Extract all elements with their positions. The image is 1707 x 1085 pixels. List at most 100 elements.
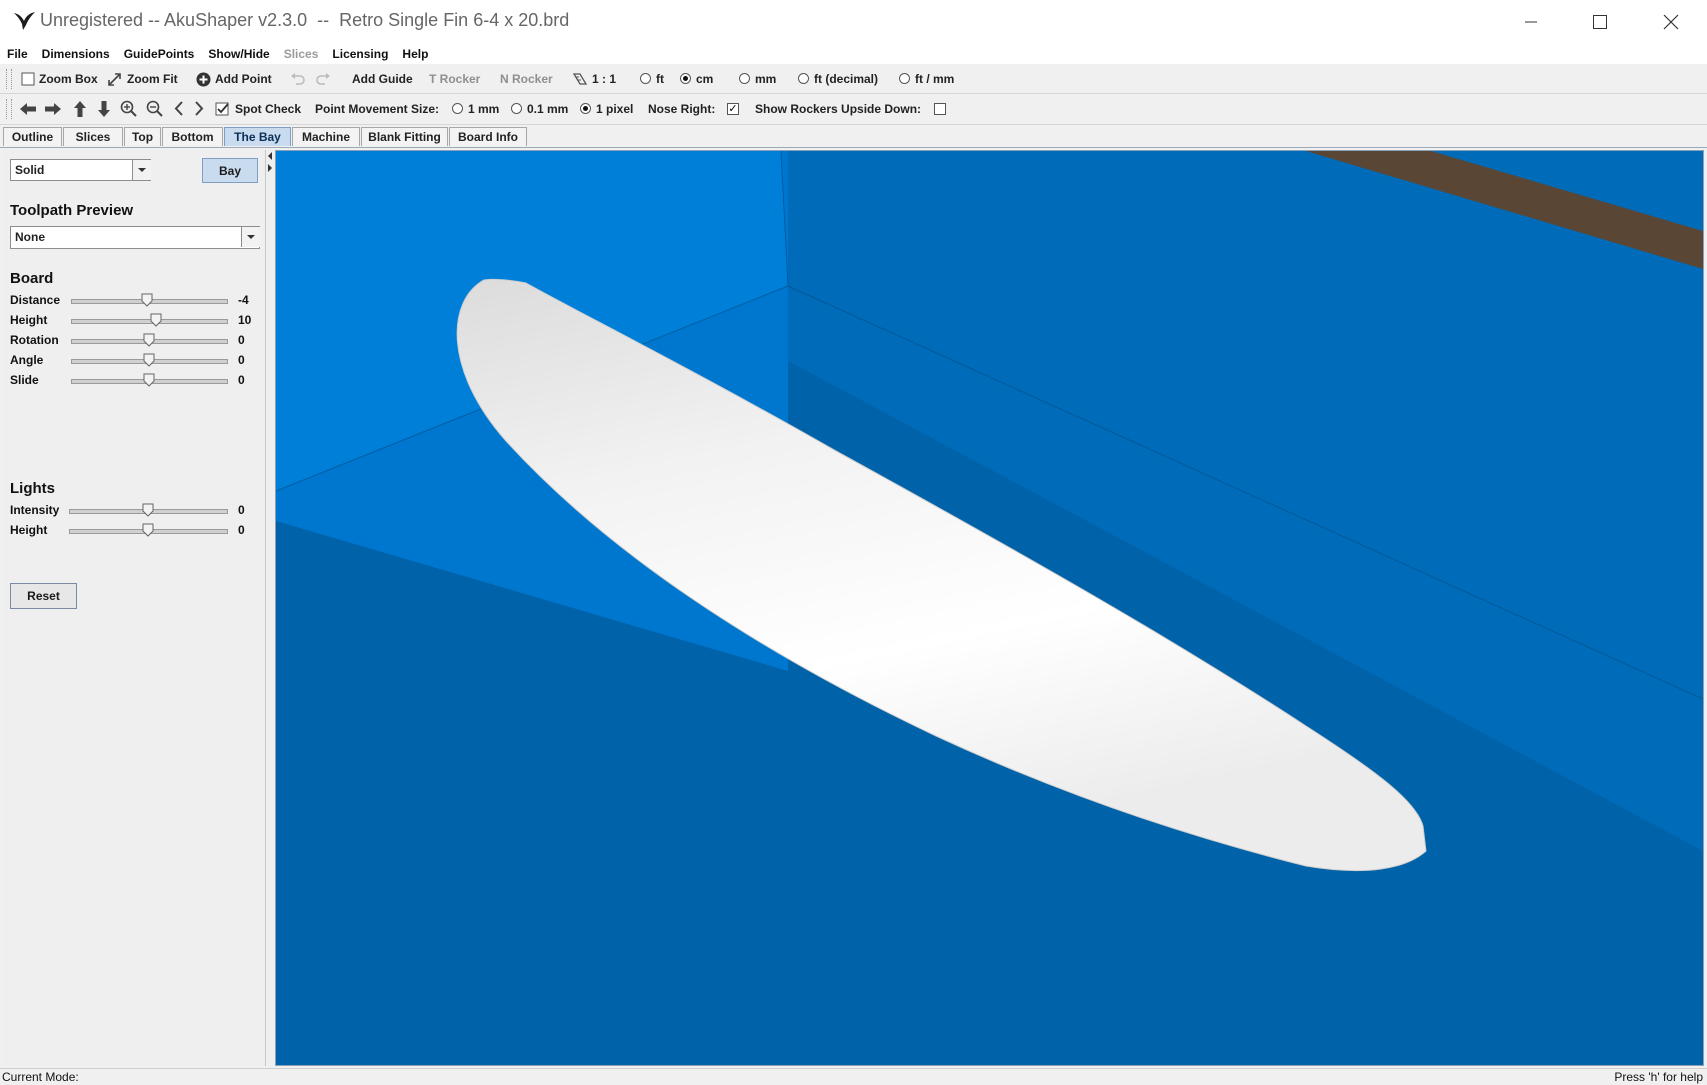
menu-help[interactable]: Help (395, 47, 435, 61)
board-rotation-slider-thumb[interactable] (143, 333, 155, 347)
board-distance-label: Distance (10, 293, 61, 307)
light-intensity-slider-thumb[interactable] (142, 503, 154, 517)
board-angle-slider-thumb[interactable] (143, 353, 155, 367)
t-rocker-button[interactable]: T Rocker (429, 72, 480, 86)
menu-file[interactable]: File (0, 47, 35, 61)
toolpath-preview-value: None (15, 230, 45, 244)
menu-slices[interactable]: Slices (277, 47, 326, 61)
menu-show-hide[interactable]: Show/Hide (201, 47, 276, 61)
spot-check-toggle[interactable]: Spot Check (235, 102, 301, 116)
add-guide-button[interactable]: Add Guide (352, 72, 413, 86)
chevron-down-icon (132, 160, 151, 180)
window-title: Unregistered -- AkuShaper v2.3.0 -- Retr… (40, 10, 570, 30)
board-angle-label: Angle (10, 353, 44, 367)
board-rotation-value: 0 (238, 333, 245, 347)
unit-radio-ft-decimal[interactable] (798, 73, 809, 84)
arrow-up-icon[interactable] (72, 100, 88, 118)
board-angle-value: 0 (238, 353, 245, 367)
movement-radio-0-1-mm[interactable] (511, 103, 522, 114)
toolpath-preview-title: Toolpath Preview (10, 202, 134, 219)
minimize-button[interactable] (1497, 0, 1565, 43)
zoom-fit-button[interactable]: Zoom Fit (127, 72, 178, 86)
board-rotation-label: Rotation (10, 333, 59, 347)
bay-control-panel: Solid Bay Toolpath Preview None Board Li… (3, 150, 266, 1066)
movement-label-0-1-mm: 0.1 mm (527, 102, 569, 116)
tab-blank-fitting[interactable]: Blank Fitting (361, 127, 448, 146)
zoom-out-icon[interactable] (146, 100, 163, 117)
scale-button[interactable]: 1 : 1 (592, 72, 616, 86)
board-height-slider-thumb[interactable] (150, 313, 162, 327)
ruler-scale-icon (572, 73, 588, 85)
panel-splitter[interactable] (266, 150, 274, 1066)
maximize-icon (1593, 14, 1607, 29)
tab-machine[interactable]: Machine (292, 127, 360, 146)
bay-button[interactable]: Bay (202, 158, 258, 183)
reset-button[interactable]: Reset (10, 583, 77, 609)
board-slide-value: 0 (238, 373, 245, 387)
arrow-right-icon[interactable] (44, 101, 62, 117)
menu-licensing[interactable]: Licensing (325, 47, 395, 61)
tab-bottom[interactable]: Bottom (162, 127, 223, 146)
menu-dimensions[interactable]: Dimensions (35, 47, 117, 61)
movement-radio-1-pixel[interactable] (580, 103, 591, 114)
menu-guidepoints[interactable]: GuidePoints (117, 47, 202, 61)
zoom-box-button[interactable]: Zoom Box (39, 72, 98, 86)
unit-label-cm: cm (696, 72, 714, 86)
movement-radio-1-mm[interactable] (452, 103, 463, 114)
minimize-icon (1525, 21, 1537, 22)
light-height-slider-thumb[interactable] (142, 523, 154, 537)
board-distance-value: -4 (238, 293, 249, 307)
spot-check-checkbox-icon[interactable] (215, 102, 230, 116)
tab-outline[interactable]: Outline (3, 127, 62, 146)
light-height-value: 0 (238, 523, 245, 537)
add-point-icon (196, 72, 211, 87)
render-mode-select[interactable]: Solid (10, 159, 151, 181)
help-hint: Press 'h' for help (1614, 1070, 1703, 1084)
zoom-fit-icon (108, 73, 121, 86)
tab-the-bay[interactable]: The Bay (224, 127, 291, 146)
zoom-in-icon[interactable] (120, 100, 137, 117)
n-rocker-button[interactable]: N Rocker (500, 72, 553, 86)
arrow-left-icon[interactable] (19, 101, 37, 117)
tab-slices[interactable]: Slices (63, 127, 123, 146)
add-point-button[interactable]: Add Point (215, 72, 272, 86)
bay-scene[interactable] (275, 150, 1704, 1065)
nose-right-checkbox[interactable]: ✓ (727, 103, 739, 115)
point-movement-label: Point Movement Size: (315, 102, 440, 116)
show-rockers-checkbox[interactable] (934, 103, 946, 115)
unit-radio-mm[interactable] (739, 73, 750, 84)
movement-label-1-pixel: 1 pixel (596, 102, 634, 116)
board-section-title: Board (10, 270, 54, 287)
menu-bar: File Dimensions GuidePoints Show/Hide Slices… (0, 43, 1707, 64)
light-intensity-value: 0 (238, 503, 245, 517)
board-slide-slider-thumb[interactable] (143, 373, 155, 387)
arrow-down-icon[interactable] (96, 100, 112, 118)
nose-right-label: Nose Right: (648, 102, 716, 116)
collapse-arrows-icon[interactable] (266, 150, 274, 180)
unit-radio-ft[interactable] (640, 73, 651, 84)
redo-icon[interactable] (315, 72, 331, 86)
unit-label-ft-mm: ft / mm (915, 72, 955, 86)
close-button[interactable] (1637, 0, 1705, 43)
toolpath-preview-select[interactable]: None (10, 226, 260, 249)
toolbar-grip[interactable] (6, 69, 12, 89)
main-toolbar: Zoom Box Zoom Fit Add Point Add Guide T … (0, 65, 1707, 94)
unit-radio-cm[interactable] (680, 73, 691, 84)
close-icon (1663, 14, 1679, 29)
lights-section-title: Lights (10, 480, 55, 497)
chevron-left-icon[interactable] (173, 100, 185, 117)
unit-radio-ft-mm[interactable] (899, 73, 910, 84)
show-rockers-label: Show Rockers Upside Down: (755, 102, 922, 116)
light-height-label: Height (10, 523, 48, 537)
view-tabs: Outline Slices Top Bottom The Bay Machine Blan… (0, 125, 1707, 148)
navigation-toolbar: Spot Check Point Movement Size: Nose Rig… (0, 94, 1707, 125)
board-height-label: Height (10, 313, 48, 327)
maximize-button[interactable] (1566, 0, 1634, 43)
tab-board-info[interactable]: Board Info (449, 127, 527, 146)
tab-top[interactable]: Top (124, 127, 161, 146)
bay-3d-viewport[interactable] (275, 150, 1704, 1066)
board-distance-slider-thumb[interactable] (141, 293, 153, 307)
undo-icon[interactable] (290, 72, 306, 86)
toolbar-grip[interactable] (6, 99, 12, 119)
chevron-right-icon[interactable] (193, 100, 205, 117)
